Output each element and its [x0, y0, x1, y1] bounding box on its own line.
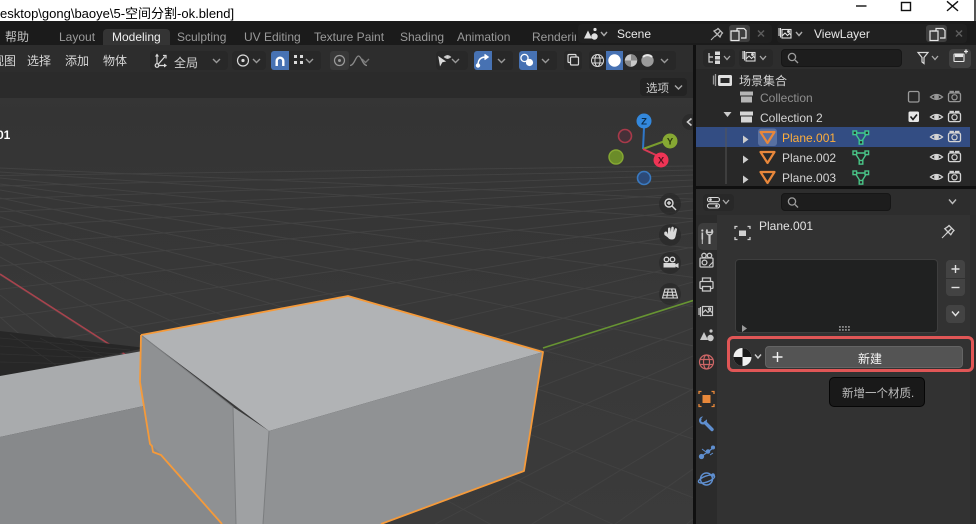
svg-text:Z: Z: [641, 117, 647, 128]
svg-text:X: X: [658, 156, 665, 167]
svg-text:Y: Y: [667, 137, 674, 148]
svg-text:01: 01: [0, 128, 11, 142]
